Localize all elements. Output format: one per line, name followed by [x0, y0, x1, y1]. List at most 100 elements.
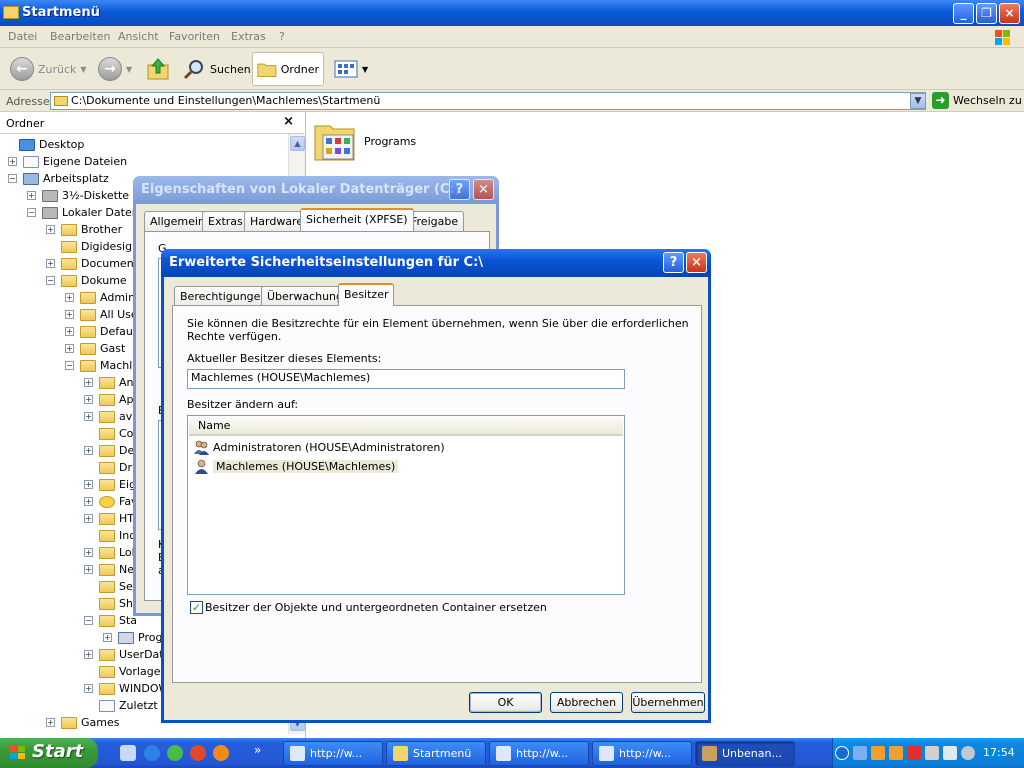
expand-icon[interactable]: +: [84, 378, 93, 387]
help-button[interactable]: ?: [449, 179, 470, 200]
tree-item[interactable]: Ind: [84, 527, 136, 544]
taskbar-item-browser-1[interactable]: http://w...: [283, 741, 383, 766]
list-item[interactable]: Administratoren (HOUSE\Administratoren): [194, 439, 445, 456]
tree-item[interactable]: Sei: [84, 578, 136, 595]
expand-icon[interactable]: +: [65, 327, 74, 336]
menu-datei[interactable]: Datei: [8, 30, 37, 43]
quicklaunch-more-button[interactable]: »: [254, 743, 261, 757]
apply-button[interactable]: Übernehmen: [631, 692, 705, 713]
go-button[interactable]: ➜ Wechseln zu: [932, 92, 1022, 109]
tree-item[interactable]: Vorlagen: [84, 663, 167, 680]
tree-item[interactable]: + WINDOW: [84, 680, 169, 697]
tree-item[interactable]: − Lokaler Datent: [27, 204, 143, 221]
owner-listbox[interactable]: Name Administratoren (HOUSE\Administrato…: [187, 415, 625, 595]
back-button[interactable]: ← Zurück ▼: [6, 52, 91, 86]
properties-dialog-title-bar[interactable]: Eigenschaften von Lokaler Datenträger (C…: [133, 176, 499, 204]
taskbar-item-browser-3[interactable]: http://w...: [592, 741, 692, 766]
expand-icon[interactable]: +: [84, 412, 93, 421]
expand-icon[interactable]: +: [84, 395, 93, 404]
tree-item[interactable]: + Fav: [84, 493, 138, 510]
replace-owner-checkbox[interactable]: ✓: [190, 601, 203, 614]
explorer-title-bar[interactable]: Startmenü _ ❐ ×: [0, 0, 1024, 26]
menu-help[interactable]: ?: [279, 30, 285, 43]
tree-item[interactable]: + Eigene Dateien: [8, 153, 127, 170]
views-button[interactable]: ▼: [330, 52, 372, 86]
tray-app-icon[interactable]: [871, 746, 885, 760]
collapse-icon[interactable]: −: [84, 616, 93, 625]
tree-item[interactable]: + Progr: [103, 629, 167, 646]
tree-item[interactable]: Digidesign: [46, 238, 139, 255]
expand-icon[interactable]: +: [46, 225, 55, 234]
minimize-button[interactable]: _: [953, 3, 974, 24]
address-input[interactable]: C:\Dokumente und Einstellungen\Machlemes…: [50, 92, 926, 110]
name-column-header[interactable]: Name: [189, 417, 623, 436]
collapse-icon[interactable]: −: [46, 276, 55, 285]
tree-item[interactable]: + Ap: [84, 391, 134, 408]
tree-item[interactable]: + Eig: [84, 476, 136, 493]
expand-icon[interactable]: +: [84, 446, 93, 455]
expand-icon[interactable]: +: [84, 650, 93, 659]
tree-item[interactable]: Zuletzt v: [84, 697, 168, 714]
taskbar-item-browser-2[interactable]: http://w...: [489, 741, 589, 766]
scroll-up-button[interactable]: ▲: [290, 136, 305, 151]
help-button[interactable]: ?: [663, 252, 684, 273]
menu-favoriten[interactable]: Favoriten: [169, 30, 220, 43]
forward-button[interactable]: → ▼: [94, 52, 136, 86]
tree-item[interactable]: − Arbeitsplatz: [8, 170, 109, 187]
tree-item[interactable]: + Default: [65, 323, 140, 340]
monitor-icon[interactable]: [943, 746, 957, 760]
expand-icon[interactable]: +: [46, 259, 55, 268]
tree-item[interactable]: + All Use: [65, 306, 138, 323]
list-item[interactable]: Machlemes (HOUSE\Machlemes): [194, 458, 399, 475]
tab-besitzer[interactable]: Besitzer: [338, 283, 395, 306]
tree-item[interactable]: + UserData: [84, 646, 170, 663]
ok-button[interactable]: OK: [469, 692, 542, 713]
firefox-icon[interactable]: [213, 745, 229, 761]
maximize-button[interactable]: ❐: [976, 3, 997, 24]
tree-item[interactable]: + An: [84, 374, 134, 391]
tree-item[interactable]: + Ne: [84, 561, 134, 578]
taskbar-item-startmenu[interactable]: Startmenü: [386, 741, 486, 766]
collapse-icon[interactable]: −: [27, 208, 36, 217]
media-player-icon[interactable]: [167, 745, 183, 761]
expand-icon[interactable]: +: [84, 548, 93, 557]
tree-item[interactable]: Dru: [84, 459, 139, 476]
expand-icon[interactable]: +: [84, 514, 93, 523]
network-icon[interactable]: [853, 746, 867, 760]
menu-bearbeiten[interactable]: Bearbeiten: [50, 30, 110, 43]
tab-ueberwachung[interactable]: Überwachung: [261, 286, 350, 306]
cancel-button[interactable]: Abbrechen: [550, 692, 623, 713]
close-button[interactable]: ×: [473, 179, 494, 200]
menu-ansicht[interactable]: Ansicht: [118, 30, 159, 43]
folder-pane-close-button[interactable]: ×: [283, 114, 294, 129]
tree-item[interactable]: + avi: [84, 408, 135, 425]
tab-sicherheit[interactable]: Sicherheit (XPFSE): [300, 208, 414, 231]
start-button[interactable]: Start: [0, 738, 98, 768]
tree-item[interactable]: + Lok: [84, 544, 138, 561]
internet-explorer-icon[interactable]: [144, 745, 160, 761]
tree-item[interactable]: + Brother: [46, 221, 122, 238]
tree-item[interactable]: − Machle: [65, 357, 139, 374]
expand-icon[interactable]: +: [84, 497, 93, 506]
tree-item[interactable]: + Games: [46, 714, 119, 731]
tree-item[interactable]: Co: [84, 425, 133, 442]
tree-item[interactable]: − Sta: [84, 612, 137, 629]
tree-item[interactable]: +3½-Diskette (A: [27, 187, 144, 204]
advanced-dialog-title-bar[interactable]: Erweiterte Sicherheitseinstellungen für …: [161, 249, 711, 277]
expand-icon[interactable]: +: [84, 684, 93, 693]
tab-berechtigungen[interactable]: Berechtigungen: [174, 286, 274, 306]
expand-icon[interactable]: +: [84, 480, 93, 489]
show-desktop-icon[interactable]: [120, 745, 136, 761]
expand-icon[interactable]: +: [65, 293, 74, 302]
opera-icon[interactable]: [190, 745, 206, 761]
collapse-icon[interactable]: −: [8, 174, 17, 183]
volume-icon[interactable]: [925, 746, 939, 760]
search-button[interactable]: Suchen: [178, 52, 255, 86]
expand-icon[interactable]: +: [65, 344, 74, 353]
tree-item[interactable]: + Gast: [65, 340, 125, 357]
expand-icon[interactable]: +: [8, 157, 17, 166]
tab-freigabe[interactable]: Freigabe: [405, 211, 465, 231]
address-dropdown-button[interactable]: ▼: [910, 93, 926, 109]
tray-app-icon[interactable]: [889, 746, 903, 760]
acrobat-icon[interactable]: [907, 746, 921, 760]
